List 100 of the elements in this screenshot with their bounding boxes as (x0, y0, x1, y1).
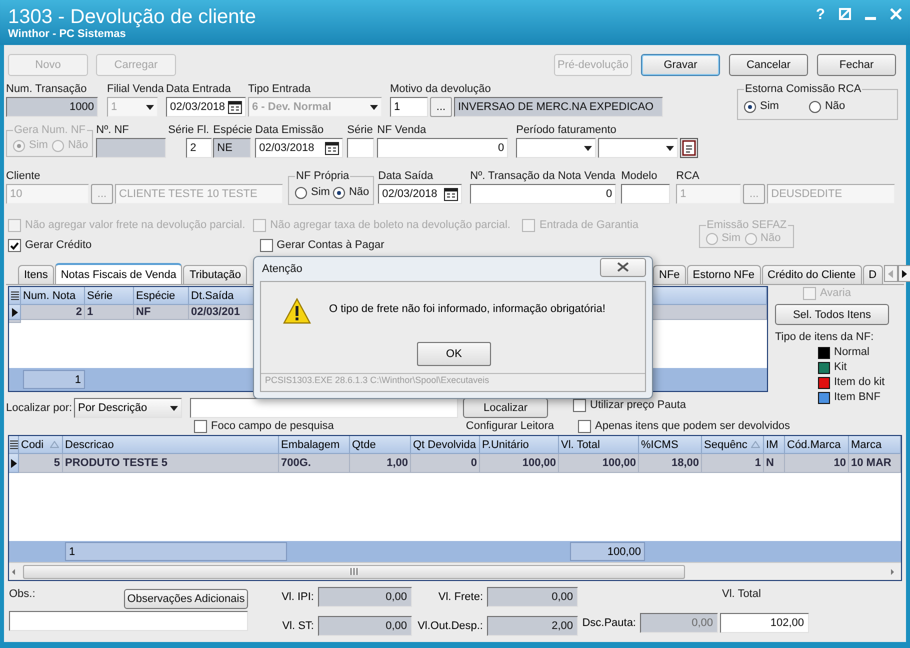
legend-title: Tipo de itens da NF: (775, 330, 874, 345)
tab[interactable]: D (862, 265, 883, 284)
column-header[interactable]: Espécie (134, 287, 189, 305)
search-button[interactable]: Localizar (463, 398, 548, 418)
dialog-message: O tipo de frete não foi informado, informação obrigatória! (329, 303, 606, 315)
radio-button[interactable] (744, 100, 756, 112)
checkbox[interactable] (573, 399, 586, 412)
toolbar-button[interactable]: Gravar (641, 54, 720, 76)
field-label: Motivo da devolução (390, 82, 491, 97)
tab[interactable]: Notas Fiscais de Venda (54, 263, 182, 284)
legend-label: Item do kit (834, 375, 885, 390)
tab[interactable]: Itens (18, 265, 54, 284)
field-label: Data Entrada (166, 82, 231, 97)
text-field[interactable]: NE (213, 138, 252, 158)
column-header[interactable]: Sequênc (702, 436, 764, 454)
column-header[interactable]: Série (85, 287, 134, 305)
radio-label: Não (760, 231, 781, 246)
window-subtitle: Winthor - PC Sistemas (8, 28, 127, 40)
date-field[interactable]: 02/03/2018 (378, 184, 462, 204)
caret-icon (666, 146, 674, 150)
dropdown[interactable]: Por Descrição (74, 398, 182, 418)
field-label: Dsc.Pauta: (581, 617, 637, 629)
table-cell: 2 (21, 305, 85, 320)
field-label: RCA (676, 169, 700, 184)
text-field[interactable]: 1000 (6, 97, 98, 117)
scrollbar-thumb[interactable] (23, 564, 685, 578)
column-header[interactable]: Cód.Marca (785, 436, 849, 454)
column-header[interactable]: IM (764, 436, 785, 454)
radio-label: Não (824, 99, 846, 114)
text-field[interactable] (96, 138, 166, 158)
status-text: PCSIS1303.EXE 28.6.1.3 C:\Winthor\Spool\Executaveis (261, 373, 645, 391)
record-count: 1 (23, 370, 85, 389)
notes-field[interactable] (9, 611, 248, 631)
close-icon[interactable] (617, 262, 629, 272)
lookup-button[interactable]: ... (430, 97, 452, 117)
restore-icon[interactable] (839, 8, 851, 20)
table-cell: 100,00 (559, 454, 639, 473)
table-cell: PRODUTO TESTE 5 (63, 454, 279, 473)
reader-settings-link[interactable]: Configurar Leitora (466, 419, 554, 434)
table-cell: 10 MAR (849, 454, 901, 473)
column-header[interactable]: Vl. Total (559, 436, 639, 454)
table-cell: 100,00 (480, 454, 559, 473)
column-header[interactable]: Qtde (350, 436, 411, 454)
column-header[interactable]: Embalagem (279, 436, 350, 454)
search-field[interactable] (190, 398, 458, 418)
column-header[interactable]: Codi (19, 436, 63, 454)
checkbox[interactable] (260, 239, 273, 252)
tab[interactable]: Crédito do Cliente (762, 265, 862, 284)
radio-button[interactable] (808, 100, 821, 112)
window-title: 1303 - Devolução de cliente (8, 6, 256, 28)
radio-button[interactable] (332, 186, 345, 198)
table-cell: 0 (411, 454, 480, 473)
radio-label: Sim (311, 185, 330, 200)
table-cell: 700G. (279, 454, 350, 473)
text-field[interactable]: 2 (186, 138, 212, 158)
arrow-right-icon[interactable] (902, 270, 908, 278)
column-header[interactable]: Num. Nota (21, 287, 85, 305)
tab[interactable]: NFe (653, 265, 686, 284)
checkbox-label: Apenas itens que podem ser devolvidos (594, 419, 790, 434)
dropdown[interactable] (598, 138, 678, 158)
date-field[interactable]: 02/03/2018 (255, 138, 344, 158)
total-value: 100,00 (570, 542, 645, 561)
column-header[interactable]: %ICMS (639, 436, 702, 454)
checkbox[interactable] (578, 420, 591, 433)
checkbox-label: Não agregar taxa de boleto na devolução parcial. (270, 218, 510, 233)
tab[interactable]: Estorno NFe (686, 265, 761, 284)
column-header[interactable]: Descricao (63, 436, 279, 454)
legend-label: Normal (834, 345, 870, 360)
text-field[interactable]: 1 (390, 97, 428, 117)
table-cell: 5 (19, 454, 63, 473)
legend-label: Kit (834, 360, 847, 375)
text-field[interactable] (621, 184, 670, 204)
calendar-icon (325, 142, 340, 154)
ok-button[interactable]: OK (417, 342, 491, 366)
column-header[interactable]: Qt Devolvida (411, 436, 480, 454)
toolbar-button[interactable]: Fechar (817, 54, 896, 76)
column-header[interactable]: Marca (849, 436, 901, 454)
checkbox[interactable] (194, 420, 207, 433)
column-header[interactable]: P.Unitário (480, 436, 559, 454)
notes-button[interactable]: Observações Adicionais (124, 589, 248, 609)
radio-button[interactable] (295, 186, 307, 198)
dropdown[interactable] (516, 138, 596, 158)
tab[interactable]: Tributação (183, 265, 247, 284)
column-menu-icon[interactable] (10, 291, 18, 300)
date-field[interactable]: 02/03/2018 (166, 97, 246, 117)
text-field[interactable]: INVERSAO DE MERC.NA EXPEDICAO (454, 97, 663, 117)
st-field: 0,00 (318, 616, 412, 636)
checkbox[interactable] (8, 239, 21, 252)
table-cell: 1 (85, 305, 134, 320)
table-cell: NF (134, 305, 189, 320)
text-field[interactable]: 0 (377, 138, 508, 158)
text-field[interactable]: 0 (470, 184, 616, 204)
group-title: NF Própria (295, 169, 350, 183)
other-expenses-field: 2,00 (487, 616, 578, 636)
text-field[interactable] (347, 138, 374, 158)
column-menu-icon[interactable] (10, 440, 18, 449)
checkbox-label: Foco campo de pesquisa (211, 419, 334, 434)
calendar-button-icon[interactable] (680, 138, 698, 158)
select-all-button[interactable]: Sel. Todos Itens (775, 304, 889, 325)
toolbar-button[interactable]: Cancelar (729, 54, 808, 76)
